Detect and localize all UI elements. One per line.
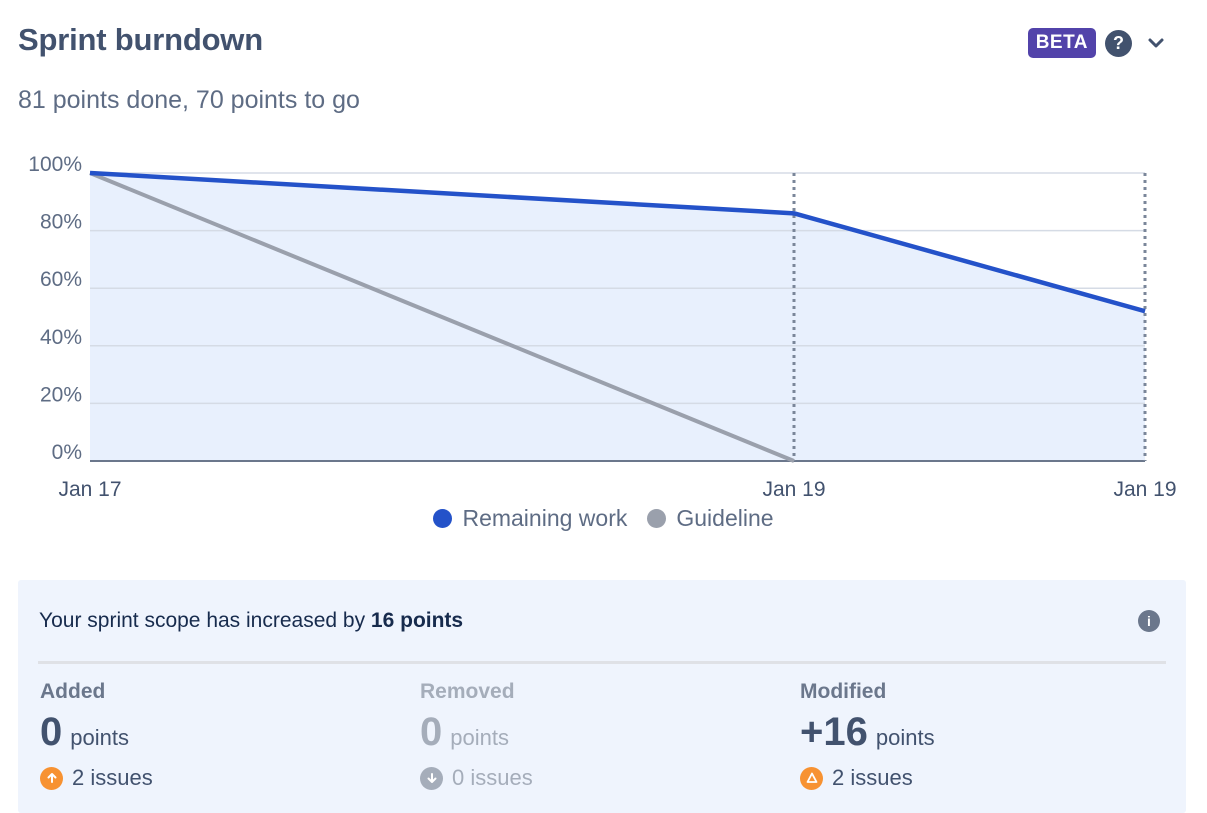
burndown-summary: 81 points done, 70 points to go [18, 86, 360, 114]
stat-modified-issues-link[interactable]: 2 issues [800, 765, 935, 791]
stat-added-issues: 2 issues [72, 765, 153, 790]
stat-removed: Removed 0 points 0 issues [420, 680, 533, 791]
y-tick-label: 100% [28, 153, 82, 176]
stat-removed-issues-link: 0 issues [420, 765, 533, 791]
stat-removed-value: 0 [420, 710, 443, 754]
remaining-work-area [90, 173, 1145, 461]
scope-change-amount: 16 points [370, 609, 464, 632]
arrow-up-circle-icon [40, 766, 63, 790]
y-tick-label: 0% [52, 441, 82, 464]
y-tick-label: 80% [40, 211, 82, 234]
stat-added-unit: points [70, 725, 129, 750]
question-circle-icon[interactable]: ? [1105, 29, 1132, 57]
stat-modified: Modified +16 points 2 issues [800, 680, 935, 791]
stat-modified-value: +16 [800, 710, 868, 754]
arrow-down-circle-icon [420, 766, 443, 790]
y-tick-label: 20% [40, 383, 82, 406]
header-actions: BETA ? [1027, 28, 1171, 58]
legend-dot-remaining [433, 509, 453, 528]
legend-item-remaining[interactable]: Remaining work [433, 505, 627, 532]
stat-modified-unit: points [875, 725, 935, 750]
stat-removed-unit: points [450, 725, 509, 750]
stat-removed-label: Removed [420, 680, 515, 703]
stat-added-label: Added [40, 680, 106, 703]
burndown-chart: 100% 80% 60% 40% 20% 0% Jan 17 Jan 19 Jan 19 [28, 153, 1176, 500]
legend-label-guideline: Guideline [676, 505, 774, 531]
legend-item-guideline[interactable]: Guideline [647, 505, 774, 532]
stat-removed-issues: 0 issues [452, 765, 533, 790]
stat-modified-issues: 2 issues [832, 765, 913, 790]
legend-label-remaining: Remaining work [462, 505, 628, 531]
y-tick-label: 60% [40, 268, 82, 291]
beta-badge: BETA [1027, 28, 1096, 58]
x-tick-label: Jan 17 [58, 478, 121, 500]
info-icon[interactable]: i [1138, 610, 1160, 632]
stat-added-value: 0 [40, 710, 63, 754]
stat-added: Added 0 points 2 issues [40, 680, 153, 791]
chart-legend: Remaining work Guideline [0, 505, 1207, 532]
y-tick-label: 40% [40, 326, 82, 349]
x-tick-label: Jan 19 [1113, 478, 1176, 500]
chevron-down-icon[interactable] [1141, 28, 1171, 58]
divider [38, 661, 1166, 664]
legend-dot-guideline [647, 509, 667, 528]
scope-change-message: Your sprint scope has increased by 16 po… [39, 609, 463, 633]
scope-change-panel: Your sprint scope has increased by 16 po… [18, 580, 1186, 813]
widget-title: Sprint burndown [18, 22, 263, 57]
delta-circle-icon [800, 766, 823, 790]
stat-added-issues-link[interactable]: 2 issues [40, 765, 153, 791]
stat-modified-label: Modified [800, 680, 887, 703]
x-tick-label: Jan 19 [762, 478, 825, 500]
scope-change-prefix: Your sprint scope has increased by [39, 609, 371, 632]
